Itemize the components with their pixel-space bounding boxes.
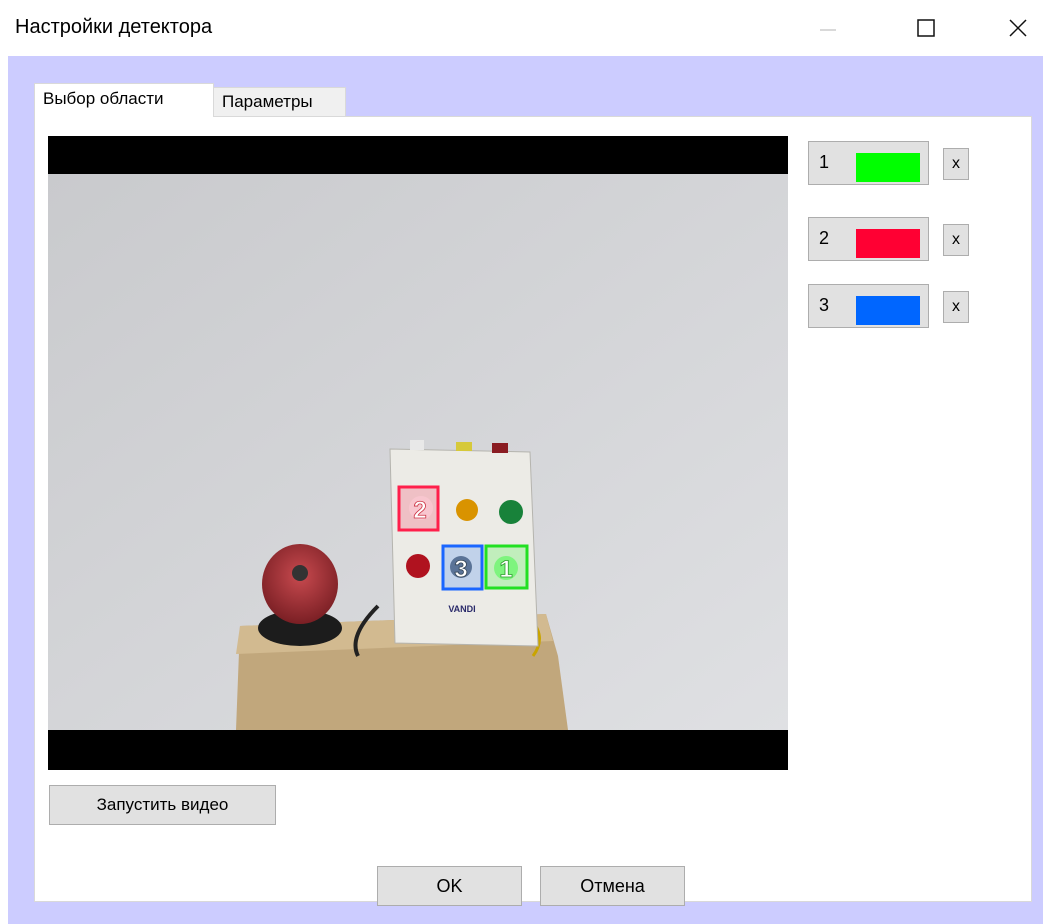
tab-parameters[interactable]: Параметры [213, 87, 346, 117]
zone-2-color-button[interactable]: 2 [808, 217, 929, 261]
zone-2-delete-button[interactable]: x [943, 224, 969, 256]
window-title: Настройки детектора [15, 16, 213, 38]
zone-3-color-button[interactable]: 3 [808, 284, 929, 328]
zone-1-color-swatch [856, 153, 920, 182]
zone-1-delete-button[interactable]: x [943, 148, 969, 180]
alarm-bell [262, 544, 338, 624]
zone-2-color-swatch [856, 229, 920, 258]
start-video-button[interactable]: Запустить видео [49, 785, 276, 825]
video-preview[interactable]: VANDI 2 3 1 [48, 136, 788, 770]
camera-frame: VANDI 2 3 1 [48, 136, 788, 770]
close-icon [1009, 19, 1027, 37]
title-bar: Настройки детектора [0, 0, 1043, 56]
close-button[interactable] [995, 8, 1041, 48]
zone-1-number: 1 [819, 152, 830, 172]
region-2-label: 2 [413, 497, 426, 524]
zone-1-color-button[interactable]: 1 [808, 141, 929, 185]
tab-region-select[interactable]: Выбор области [34, 83, 214, 117]
cancel-button[interactable]: Отмена [540, 866, 685, 906]
region-1-label: 1 [499, 556, 512, 583]
dialog-client-area: Выбор области Параметры VANDI 2 3 1 Запу… [8, 56, 1043, 924]
region-3-label: 3 [454, 556, 467, 583]
zone-3-color-swatch [856, 296, 920, 325]
maximize-icon [917, 19, 935, 37]
maximize-button[interactable] [903, 8, 949, 48]
zone-3-delete-button[interactable]: x [943, 291, 969, 323]
tab-panel-region-select: VANDI 2 3 1 Запустить видео 1 x 2 x 3 x [34, 116, 1032, 902]
zone-2-number: 2 [819, 228, 830, 248]
minimize-button[interactable] [805, 8, 851, 48]
ok-button[interactable]: OK [377, 866, 522, 906]
minimize-icon [820, 29, 836, 31]
zone-3-number: 3 [819, 295, 830, 315]
device-brand: VANDI [448, 604, 475, 614]
